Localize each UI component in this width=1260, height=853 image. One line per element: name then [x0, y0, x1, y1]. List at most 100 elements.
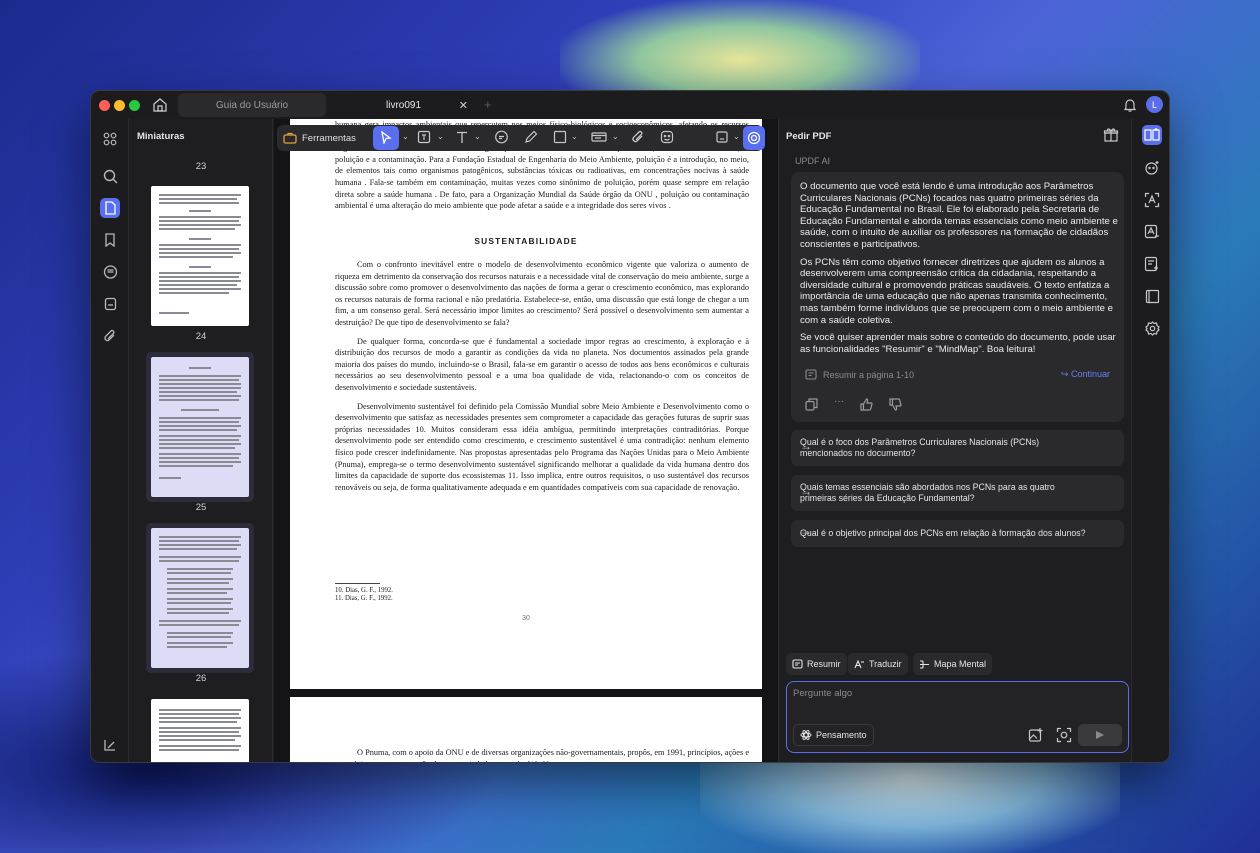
thinking-toggle[interactable]: Pensamento	[793, 724, 874, 746]
ai-panel-title: Pedir PDF	[786, 131, 832, 142]
page-number: 30	[522, 615, 530, 622]
chevron-down-icon[interactable]: ⌄	[402, 132, 416, 148]
ai-sender-label: UPDF AI	[795, 156, 831, 166]
ai-assistant-icon[interactable]	[743, 126, 765, 150]
chevron-down-icon[interactable]: ⌄	[437, 132, 451, 148]
send-icon	[1096, 731, 1104, 739]
chevron-down-icon[interactable]: ⌄	[571, 132, 585, 148]
sticker-icon[interactable]	[660, 130, 674, 146]
paragraph: O Pnuma, com o apoio da ONU e de diversa…	[335, 748, 749, 762]
summarize-button[interactable]: Resumir	[786, 653, 847, 675]
ai-chat-icon[interactable]	[1142, 125, 1162, 145]
book-icon[interactable]	[1142, 286, 1162, 306]
attachment-icon[interactable]	[100, 326, 120, 346]
right-sidebar	[1131, 119, 1169, 762]
thumbnail-page-number: 26	[195, 673, 207, 684]
translate-icon	[854, 659, 864, 668]
comment-icon[interactable]	[494, 130, 508, 146]
chat-input-box: Pensamento	[786, 681, 1129, 753]
ai-message-text: O documento que você está lendo é uma in…	[800, 181, 1118, 361]
page-text-block: O Pnuma, com o apoio da ONU e de diversa…	[335, 747, 749, 762]
suggested-question[interactable]: Quais temas essenciais são abordados nos…	[791, 475, 1124, 511]
ai-form-icon[interactable]	[1142, 254, 1162, 274]
thumbnail-page[interactable]	[151, 528, 249, 668]
continue-button[interactable]: ↪ Continuar	[1061, 369, 1110, 380]
close-icon[interactable]: ✕	[459, 99, 468, 112]
search-icon[interactable]	[100, 166, 120, 186]
atom-icon	[800, 730, 812, 740]
add-tab-icon[interactable]: +	[484, 97, 492, 112]
attachment-icon[interactable]	[631, 130, 645, 146]
gift-icon[interactable]	[1103, 127, 1119, 143]
thumbnails-panel: Miniaturas 23 24 25 26	[129, 119, 273, 762]
stamp-icon[interactable]	[100, 294, 120, 314]
minimize-window-button[interactable]	[114, 100, 125, 111]
ai-sparkle-icon[interactable]	[1142, 158, 1162, 178]
zoom-window-button[interactable]	[129, 100, 140, 111]
tab-label: Guia do Usuário	[215, 99, 289, 111]
thumbs-up-icon[interactable]	[860, 398, 873, 411]
mind-map-icon	[920, 659, 929, 669]
pdf-page: O Pnuma, com o apoio da ONU e de diversa…	[290, 697, 762, 762]
settings-icon[interactable]	[1142, 318, 1162, 338]
chevron-down-icon[interactable]: ⌄	[612, 132, 626, 148]
thumbnail-page[interactable]	[151, 186, 249, 326]
suggested-question[interactable]: Qual é o objetivo principal dos PCNs em …	[791, 520, 1124, 547]
thumbnail-page-number: 24	[195, 331, 207, 342]
screenshot-icon[interactable]	[1056, 727, 1072, 743]
layers-icon[interactable]	[100, 735, 120, 755]
bell-icon[interactable]	[1123, 97, 1137, 113]
text-icon[interactable]	[455, 130, 469, 146]
document-viewer[interactable]: humana gera impactos ambientais que repe…	[274, 119, 778, 762]
arrow-right-icon: →	[800, 524, 812, 538]
form-field-icon[interactable]	[591, 130, 607, 146]
left-sidebar	[91, 119, 129, 762]
text-box-icon[interactable]	[417, 130, 431, 146]
translate-icon[interactable]	[1142, 222, 1162, 242]
summary-icon	[792, 658, 803, 669]
summarize-pages-link[interactable]: Resumir a página 1-10	[805, 369, 914, 381]
home-icon[interactable]	[151, 96, 169, 114]
message-actions: ···	[805, 396, 902, 411]
tab-user-guide[interactable]: Guia do Usuário	[178, 93, 326, 117]
stamp-icon[interactable]	[715, 130, 729, 146]
footnote-divider	[335, 583, 380, 584]
bookmark-icon[interactable]	[100, 230, 120, 250]
summarize-label: Resumir a página 1-10	[823, 370, 915, 380]
chevron-down-icon[interactable]: ⌄	[474, 132, 488, 148]
section-heading: SUSTENTABILIDADE	[474, 236, 578, 246]
ai-chat-panel: Pedir PDF UPDF AI O documento que você e…	[778, 119, 1131, 762]
thumbnail-page[interactable]	[151, 699, 249, 762]
thumbnail-page[interactable]	[151, 357, 249, 497]
thumbnail-page-number: 25	[195, 502, 207, 513]
shape-icon[interactable]	[553, 130, 567, 146]
comment-icon[interactable]	[100, 262, 120, 282]
tools-button[interactable]: Ferramentas	[283, 128, 356, 148]
send-button[interactable]	[1078, 724, 1122, 746]
app-window: Guia do Usuário livro091 ✕ + L Miniatura…	[90, 90, 1170, 763]
arrow-right-icon: →	[800, 484, 812, 498]
pdf-page: humana gera impactos ambientais que repe…	[290, 119, 762, 689]
mind-map-button[interactable]: Mapa Mental	[913, 653, 993, 675]
ocr-icon[interactable]	[1142, 190, 1162, 210]
thumbs-down-icon[interactable]	[889, 398, 902, 411]
grid-view-icon[interactable]	[100, 129, 120, 149]
avatar[interactable]: L	[1146, 96, 1163, 113]
translate-button-label: Traduzir	[869, 659, 902, 669]
select-tool-button[interactable]	[373, 126, 399, 150]
thumbnails-icon[interactable]	[100, 198, 120, 218]
summary-icon	[805, 369, 817, 380]
toolbox-icon	[283, 132, 297, 144]
copy-icon[interactable]	[805, 398, 818, 411]
image-upload-icon[interactable]	[1028, 727, 1044, 743]
translate-button[interactable]: Traduzir	[848, 653, 908, 675]
ai-message-paragraph: Se você quiser aprender mais sobre o con…	[800, 332, 1116, 355]
suggested-question[interactable]: Qual é o foco dos Parâmetros Curriculare…	[791, 430, 1124, 466]
mind-map-button-label: Mapa Mental	[934, 659, 987, 669]
close-window-button[interactable]	[99, 100, 110, 111]
pen-icon[interactable]	[524, 130, 538, 146]
chat-input[interactable]	[793, 688, 1113, 699]
tab-livro091[interactable]: livro091 ✕	[331, 93, 476, 117]
thumbnails-title: Miniaturas	[137, 131, 185, 142]
more-options-icon[interactable]: ···	[834, 396, 844, 411]
